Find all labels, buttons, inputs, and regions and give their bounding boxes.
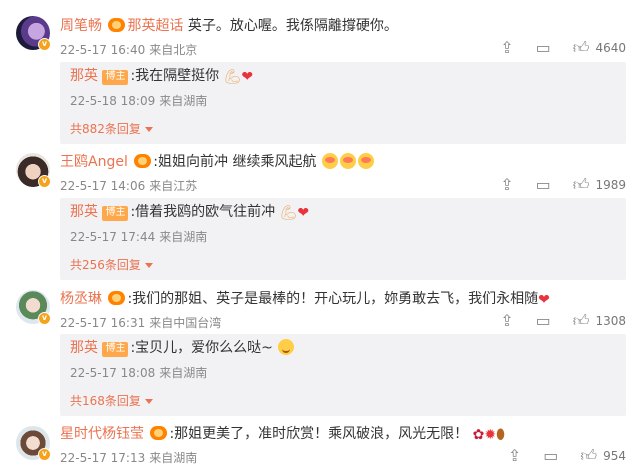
reply-text: :借着我鸥的欧气往前冲 — [130, 204, 276, 220]
super-topic-icon — [108, 18, 126, 32]
caret-down-icon — [144, 263, 153, 268]
thumbs-up-icon[interactable]: 👍︎ — [573, 312, 590, 330]
comment-date: 22-5-17 14:06 — [60, 179, 146, 193]
thumbs-up-icon[interactable]: 👍︎ — [573, 39, 590, 57]
comment-text: :那姐更美了，准时欣赏！乘风破浪，风光无限！ — [169, 426, 469, 442]
super-topic-icon — [134, 154, 152, 168]
comment-actions: ⇪ ▭ 👍︎ 1989 — [500, 175, 626, 195]
reply-box: 那英 博主:借着我鸥的欧气往前冲 💪︎❤ 22-5-17 17:44 来自湖南 共… — [60, 198, 626, 280]
comment-text: :姐姐向前冲 继续乘风起航 — [153, 154, 317, 170]
reply-text: :宝贝儿，爱你么么哒~ — [130, 340, 273, 356]
thumbs-up-icon[interactable]: 👍︎ — [580, 447, 597, 465]
caret-down-icon — [144, 127, 153, 132]
reply-count: 共882条回复 — [70, 122, 141, 136]
author-badge: 博主 — [102, 70, 129, 85]
heart-icon: ❤ — [241, 69, 254, 85]
reply-location: 来自湖南 — [159, 366, 208, 380]
comment-location: 来自江苏 — [149, 179, 198, 193]
share-icon[interactable]: ⇪ — [500, 312, 513, 330]
super-topic-icon — [108, 291, 126, 305]
reply-meta: 22-5-17 17:44 来自湖南 — [70, 228, 211, 245]
comment-location: 来自湖南 — [149, 451, 198, 465]
like-count: 1989 — [595, 178, 626, 192]
comment-location: 来自中国台湾 — [149, 316, 222, 330]
caret-down-icon — [144, 399, 153, 404]
comment-text: 英子。放心喔。我係隔離撐硬你。 — [187, 18, 398, 34]
reply-meta: 22-5-18 18:09 来自湖南 — [70, 92, 211, 109]
author-badge: 博主 — [102, 342, 129, 357]
comment-icon[interactable]: ▭ — [536, 39, 551, 57]
comment-date: 22-5-17 16:31 — [60, 316, 146, 330]
comment-actions: ⇪ ▭ 👍︎ 4640 — [500, 38, 626, 58]
thumbs-up-icon[interactable]: 👍︎ — [573, 176, 590, 194]
author-badge: 博主 — [102, 206, 129, 221]
reply-date: 22-5-17 17:44 — [70, 230, 156, 244]
share-icon[interactable]: ⇪ — [500, 176, 513, 194]
verified-badge-icon: v — [38, 38, 51, 51]
reply-box: 那英 博主:宝贝儿，爱你么么哒~ 22-5-17 18:08 来自湖南 共168条… — [60, 334, 626, 416]
username[interactable]: 星时代杨钰莹 — [60, 426, 144, 442]
like-count: 954 — [603, 449, 626, 463]
heart-icon: ❤ — [538, 292, 550, 308]
reply-text: :我在隔壁挺你 — [130, 68, 220, 84]
username[interactable]: 王鸥Angel — [60, 154, 128, 170]
comment-meta: 22-5-17 16:31 来自中国台湾 — [60, 314, 225, 331]
more-replies-link[interactable]: 共882条回复 — [70, 120, 153, 137]
reply-date: 22-5-18 18:09 — [70, 94, 156, 108]
comment-actions: ⇪ ▭ 👍︎ 954 — [508, 446, 626, 466]
comment-icon[interactable]: ▭ — [536, 176, 551, 194]
super-topic-link[interactable]: 那英超话 — [127, 18, 183, 34]
hug-emoji-icon — [321, 153, 338, 169]
verified-badge-icon: v — [38, 175, 51, 188]
flexed-biceps-icon: 💪︎ — [223, 69, 242, 85]
reply-location: 来自湖南 — [159, 94, 208, 108]
reply-meta: 22-5-17 18:08 来自湖南 — [70, 364, 211, 381]
comment-icon[interactable]: ▭ — [543, 447, 558, 465]
comment-date: 22-5-17 16:40 — [60, 43, 146, 57]
hug-emoji-icon — [357, 153, 374, 169]
heart-icon: ❤ — [297, 205, 310, 221]
verified-badge-icon: v — [38, 312, 51, 325]
comment-meta: 22-5-17 16:40 来自北京 — [60, 41, 201, 58]
like-count: 1308 — [595, 314, 626, 328]
reply-count: 共168条回复 — [70, 394, 141, 408]
username[interactable]: 杨丞琳 — [60, 291, 102, 307]
reply-username[interactable]: 那英 — [70, 204, 98, 220]
sparkle-icon: ✹ — [484, 427, 497, 443]
reply-box: 那英 博主:我在隔壁挺你 💪︎❤ 22-5-18 18:09 来自湖南 共882条… — [60, 62, 626, 144]
comment-icon[interactable]: ▭ — [536, 312, 551, 330]
username[interactable]: 周笔畅 — [60, 18, 102, 34]
reply-count: 共256条回复 — [70, 258, 141, 272]
reply-username[interactable]: 那英 — [70, 68, 98, 84]
share-icon[interactable]: ⇪ — [500, 39, 513, 57]
reply-date: 22-5-17 18:08 — [70, 366, 156, 380]
flexed-biceps-icon: 💪︎ — [279, 205, 298, 221]
comment-text: :我们的那姐、英子是最棒的！开心玩儿，妳勇敢去飞，我们永相随 — [127, 291, 539, 307]
verified-badge-icon: v — [38, 448, 51, 461]
like-count: 4640 — [595, 41, 626, 55]
comment-location: 来自北京 — [149, 43, 198, 57]
super-topic-icon — [150, 426, 168, 440]
hug-emoji-icon — [339, 153, 356, 169]
share-icon[interactable]: ⇪ — [508, 447, 521, 465]
reply-location: 来自湖南 — [159, 230, 208, 244]
drumstick-icon: ⬮ — [496, 427, 505, 443]
more-replies-link[interactable]: 共256条回复 — [70, 256, 153, 273]
smile-emoji-icon — [278, 339, 295, 355]
comment-meta: 22-5-17 14:06 来自江苏 — [60, 177, 201, 194]
comment-meta: 22-5-17 17:13 来自湖南 — [60, 449, 201, 466]
more-replies-link[interactable]: 共168条回复 — [70, 392, 153, 409]
comment-date: 22-5-17 17:13 — [60, 451, 146, 465]
reply-username[interactable]: 那英 — [70, 340, 98, 356]
comment-actions: ⇪ ▭ 👍︎ 1308 — [500, 311, 626, 331]
rose-icon: ✿ — [472, 427, 485, 443]
